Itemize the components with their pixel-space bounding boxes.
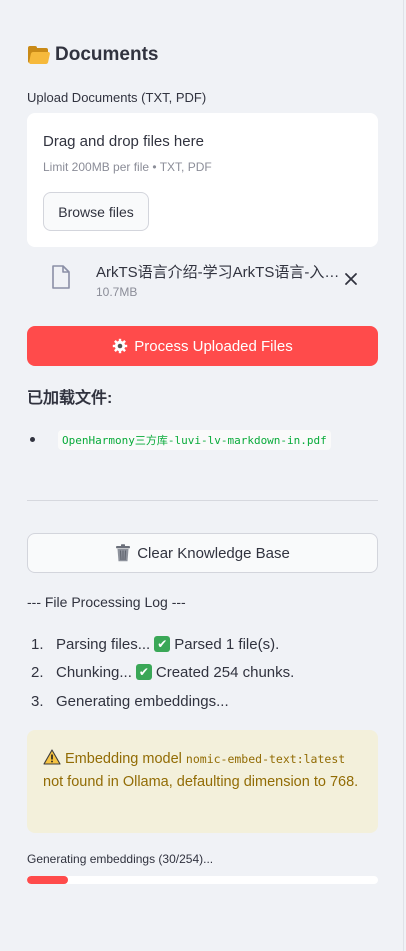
dropzone-instructions: Drag and drop files here (43, 133, 204, 150)
warning-model-name: nomic-embed-text:latest (185, 752, 346, 766)
divider (27, 500, 378, 501)
warning-prefix: Embedding model (65, 751, 182, 767)
log-step-text: Parsing files... (56, 635, 151, 653)
log-number: 3. (31, 692, 44, 710)
folder-icon (27, 46, 51, 64)
log-step-result: Created 254 chunks. (155, 663, 295, 681)
bullet (30, 437, 35, 442)
list-item: 1. Parsing files... ✔ Parsed 1 file(s). (27, 633, 279, 655)
sidebar: Documents Upload Documents (TXT, PDF) Dr… (0, 0, 404, 951)
uploaded-file-row: ArkTS语言介绍-学习ArkTS语言-入… 10.7MB (27, 257, 378, 305)
gear-icon (113, 338, 128, 354)
documents-title: Documents (55, 44, 159, 65)
trash-icon (116, 544, 131, 562)
log-title: --- File Processing Log --- (27, 594, 186, 610)
warning-suffix: not found in Ollama, defaulting dimensio… (43, 774, 359, 790)
clear-knowledge-base-button[interactable]: Clear Knowledge Base (27, 533, 378, 573)
log-number: 2. (31, 663, 44, 681)
progress-label: Generating embeddings (30/254)... (27, 852, 214, 866)
list-item: 2. Chunking... ✔ Created 254 chunks. (27, 661, 294, 683)
dropzone-limit: Limit 200MB per file • TXT, PDF (43, 160, 212, 174)
log-step-result: Parsed 1 file(s). (174, 635, 280, 653)
uploaded-file-name: ArkTS语言介绍-学习ArkTS语言-入… (96, 264, 340, 281)
warning-alert: Embedding model nomic-embed-text:latest … (27, 730, 378, 833)
check-icon: ✔ (154, 636, 171, 652)
log-number: 1. (31, 635, 44, 653)
uploaded-file-size: 10.7MB (96, 285, 138, 299)
documents-heading: Documents (27, 44, 158, 66)
check-icon: ✔ (135, 664, 152, 680)
list-item: OpenHarmony三方库-luvi-lv-markdown-in.pdf (27, 428, 378, 452)
progress-bar (27, 876, 378, 884)
file-dropzone[interactable]: Drag and drop files here Limit 200MB per… (27, 113, 378, 247)
clear-knowledge-base-label: Clear Knowledge Base (137, 544, 290, 562)
close-icon[interactable] (343, 271, 359, 287)
list-item: 3. Generating embeddings... (27, 690, 229, 712)
log-step-text: Chunking... (56, 663, 132, 681)
upload-label: Upload Documents (TXT, PDF) (27, 90, 207, 105)
loaded-file-name: OpenHarmony三方库-luvi-lv-markdown-in.pdf (58, 430, 331, 450)
warning-icon (43, 749, 61, 765)
log-step-text: Generating embeddings... (56, 692, 229, 710)
progress-fill (27, 876, 69, 884)
browse-files-button[interactable]: Browse files (43, 192, 149, 231)
loaded-files-title: 已加载文件: (27, 390, 113, 407)
process-files-button[interactable]: Process Uploaded Files (27, 326, 378, 366)
file-icon (52, 265, 70, 289)
process-files-label: Process Uploaded Files (134, 337, 293, 355)
